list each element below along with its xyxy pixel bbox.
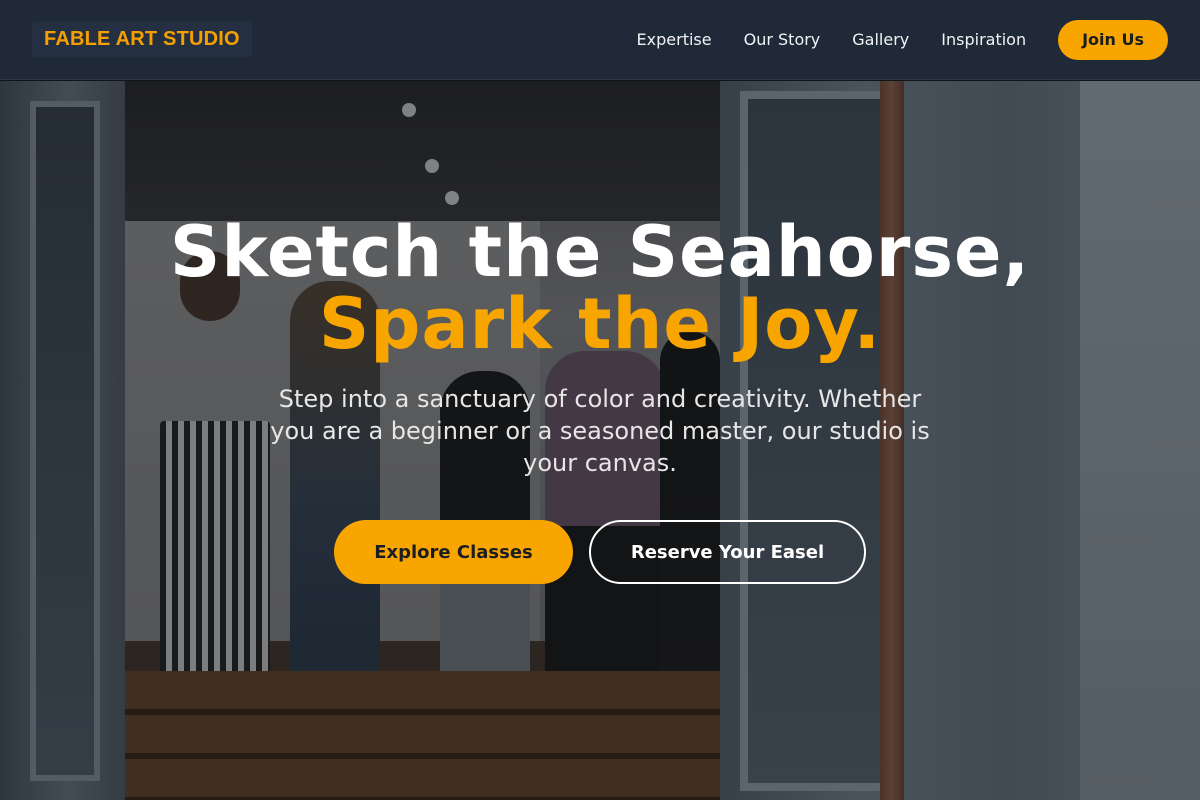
headline-line-1: Sketch the Seahorse, xyxy=(169,211,1031,293)
nav-link-our-story[interactable]: Our Story xyxy=(744,30,821,49)
nav-link-inspiration[interactable]: Inspiration xyxy=(941,30,1026,49)
brand-logo[interactable]: FABLE ART STUDIO xyxy=(32,22,252,57)
nav-link-gallery[interactable]: Gallery xyxy=(852,30,909,49)
hero-headline: Sketch the Seahorse, Spark the Joy. xyxy=(0,216,1200,360)
headline-line-2: Spark the Joy. xyxy=(318,283,882,365)
join-us-button[interactable]: Join Us xyxy=(1058,19,1168,60)
main-nav: Expertise Our Story Gallery Inspiration … xyxy=(637,19,1168,60)
nav-link-expertise[interactable]: Expertise xyxy=(637,30,712,49)
hero-subtitle: Step into a sanctuary of color and creat… xyxy=(270,385,930,477)
hero-section: Sketch the Seahorse, Spark the Joy. Step… xyxy=(0,81,1200,800)
site-header: FABLE ART STUDIO Expertise Our Story Gal… xyxy=(0,0,1200,80)
hero-content: Sketch the Seahorse, Spark the Joy. Step… xyxy=(0,81,1200,800)
hero-cta-row: Explore Classes Reserve Your Easel xyxy=(334,520,874,584)
explore-classes-button[interactable]: Explore Classes xyxy=(334,520,573,584)
reserve-easel-button[interactable]: Reserve Your Easel xyxy=(589,520,866,584)
page: FABLE ART STUDIO Expertise Our Story Gal… xyxy=(0,0,1200,800)
